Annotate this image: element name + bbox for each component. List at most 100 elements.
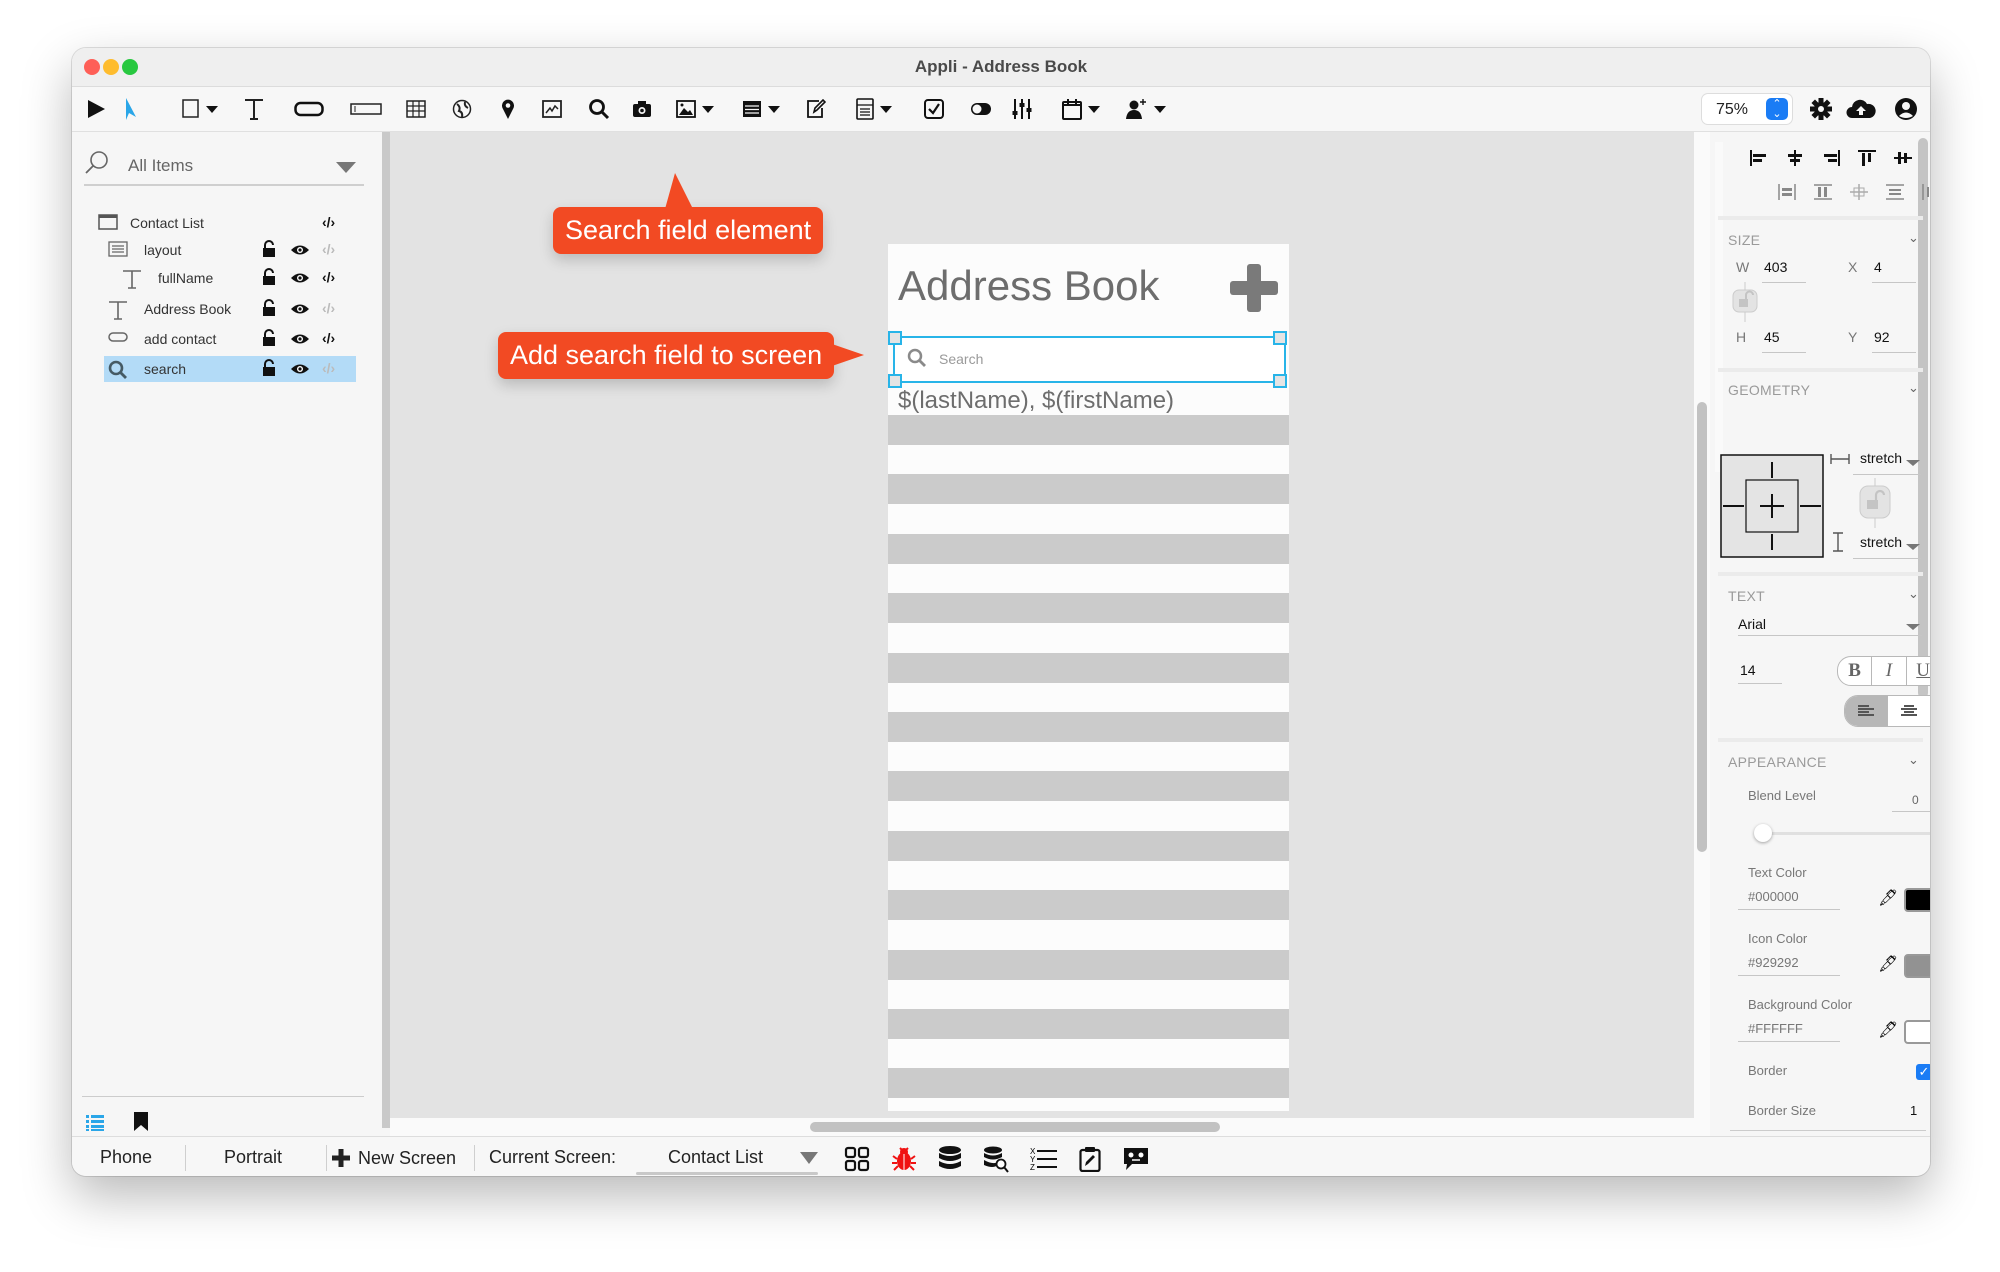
lock-open-icon[interactable] [262, 240, 276, 261]
distribute-center-icon[interactable] [1850, 184, 1868, 200]
align-center-horizontal-icon[interactable] [1786, 150, 1804, 166]
lock-open-icon[interactable] [262, 299, 276, 320]
canvas-vertical-scrollbar[interactable] [1694, 132, 1710, 1118]
resize-handle-top-right[interactable] [1273, 331, 1287, 345]
list-row-placeholder[interactable] [888, 1009, 1289, 1039]
screen-title[interactable]: Address Book [898, 262, 1159, 310]
list-row-placeholder[interactable] [888, 771, 1289, 802]
appearance-section-header[interactable]: APPEARANCE [1728, 754, 1827, 770]
eye-icon[interactable] [290, 271, 310, 287]
lock-open-icon[interactable] [262, 359, 276, 380]
blend-level-value[interactable]: 0 [1912, 793, 1919, 807]
list-row-placeholder[interactable] [888, 890, 1289, 921]
height-input[interactable]: 45 [1764, 329, 1780, 345]
y-input[interactable]: 92 [1874, 329, 1890, 345]
size-section-header[interactable]: SIZE [1728, 232, 1760, 248]
list-row-placeholder[interactable] [888, 474, 1289, 505]
text-tool[interactable] [244, 97, 264, 121]
rectangle-tool[interactable] [182, 97, 218, 121]
code-icon[interactable]: ‹/› [322, 300, 335, 316]
orientation-selector[interactable]: Portrait [224, 1147, 282, 1168]
zoom-level-stepper[interactable]: 75% ⌃ ⌄ [1702, 94, 1792, 124]
map-tool[interactable] [500, 97, 516, 121]
table-tool[interactable] [406, 97, 426, 121]
eye-icon[interactable] [290, 243, 310, 259]
current-screen-select[interactable]: Contact List [668, 1147, 763, 1168]
account-button[interactable] [1894, 97, 1918, 121]
eye-icon[interactable] [290, 362, 310, 378]
distribute-horizontal-icon[interactable] [1778, 184, 1796, 200]
slider-thumb[interactable] [1754, 824, 1772, 842]
align-center-vertical-icon[interactable] [1894, 150, 1912, 166]
width-input[interactable]: 403 [1764, 259, 1787, 275]
play-button[interactable] [86, 97, 106, 121]
add-contact-button[interactable] [1228, 262, 1280, 314]
background-color-swatch[interactable] [1904, 1020, 1930, 1044]
list-row-placeholder[interactable] [888, 415, 1289, 445]
italic-button[interactable]: I [1872, 657, 1907, 685]
database-icon[interactable] [938, 1145, 962, 1173]
aspect-lock-icon[interactable] [1732, 282, 1758, 322]
sort-list-icon[interactable]: XYZ [1030, 1146, 1058, 1172]
select-tool[interactable] [120, 97, 138, 121]
x-input[interactable]: 4 [1874, 259, 1882, 275]
font-family-select[interactable]: Arial [1738, 616, 1766, 632]
eyedropper-icon[interactable]: 🖋 [1878, 1020, 1898, 1040]
date-picker-tool[interactable] [1062, 97, 1100, 121]
inspector-scrollbar[interactable] [1715, 142, 1723, 472]
camera-tool[interactable] [632, 97, 652, 121]
chevron-down-icon[interactable] [1906, 460, 1920, 466]
checkbox-tool[interactable] [924, 97, 944, 121]
font-size-input[interactable]: 14 [1740, 662, 1756, 678]
list-row-placeholder[interactable] [888, 830, 1289, 861]
tree-item[interactable]: fullName ‹/› [72, 265, 372, 291]
anchor-constraints-widget[interactable] [1720, 454, 1824, 558]
align-left-icon[interactable] [1750, 150, 1768, 166]
sliders-tool[interactable] [1012, 97, 1032, 121]
tree-item[interactable]: search ‹/› [72, 356, 372, 382]
text-section-header[interactable]: TEXT [1728, 588, 1765, 604]
space-evenly-horizontal-icon[interactable] [1922, 184, 1930, 200]
align-right-icon[interactable] [1822, 150, 1840, 166]
code-icon[interactable]: ‹/› [322, 360, 335, 376]
inspector-scrollbar-thumb[interactable] [1918, 138, 1928, 698]
search-field-element[interactable]: Search [893, 336, 1286, 383]
phone-screen-preview[interactable]: Address Book Search $(lastName), $(first… [888, 244, 1289, 1111]
search-field-tool[interactable] [588, 97, 610, 121]
chevron-down-icon[interactable]: ⌄ [1908, 586, 1919, 602]
sizing-lock-icon[interactable] [1858, 478, 1892, 528]
settings-button[interactable] [1810, 97, 1832, 121]
list-tool[interactable] [742, 97, 780, 121]
chat-bot-icon[interactable] [1122, 1146, 1150, 1172]
eyedropper-icon[interactable]: 🖋 [1878, 954, 1898, 974]
list-row-placeholder[interactable] [888, 1068, 1289, 1099]
eye-icon[interactable] [290, 302, 310, 318]
grid-icon[interactable] [844, 1146, 870, 1172]
eyedropper-icon[interactable]: 🖋 [1878, 888, 1898, 908]
border-checkbox[interactable]: ✓ [1916, 1064, 1930, 1080]
form-tool[interactable] [856, 97, 892, 121]
horizontal-sizing-select[interactable]: stretch [1860, 450, 1902, 466]
chevron-down-icon[interactable]: ⌄ [1908, 380, 1919, 396]
panel-splitter[interactable] [382, 132, 390, 1128]
element-filter-dropdown[interactable]: All Items [84, 144, 364, 186]
tree-item[interactable]: Contact List ‹/› [72, 210, 372, 236]
underline-button[interactable]: U [1907, 657, 1931, 685]
align-text-left-button[interactable] [1845, 696, 1888, 726]
text-color-input[interactable]: #000000 [1748, 889, 1799, 904]
add-user-tool[interactable] [1126, 97, 1166, 121]
button-tool[interactable] [294, 97, 324, 121]
vertical-sizing-select[interactable]: stretch [1860, 534, 1902, 550]
bookmark-icon[interactable] [134, 1112, 148, 1132]
chevron-down-icon[interactable] [1906, 624, 1920, 630]
chart-tool[interactable] [542, 97, 562, 121]
code-icon[interactable]: ‹/› [322, 330, 335, 346]
image-tool[interactable] [676, 97, 714, 121]
bold-button[interactable]: B [1838, 657, 1873, 685]
icon-color-input[interactable]: #929292 [1748, 955, 1799, 970]
toggle-tool[interactable] [970, 97, 992, 121]
tree-item[interactable]: Address Book ‹/› [72, 296, 372, 322]
edit-tool[interactable] [806, 97, 826, 121]
eye-icon[interactable] [290, 332, 310, 348]
code-icon[interactable]: ‹/› [322, 214, 335, 230]
